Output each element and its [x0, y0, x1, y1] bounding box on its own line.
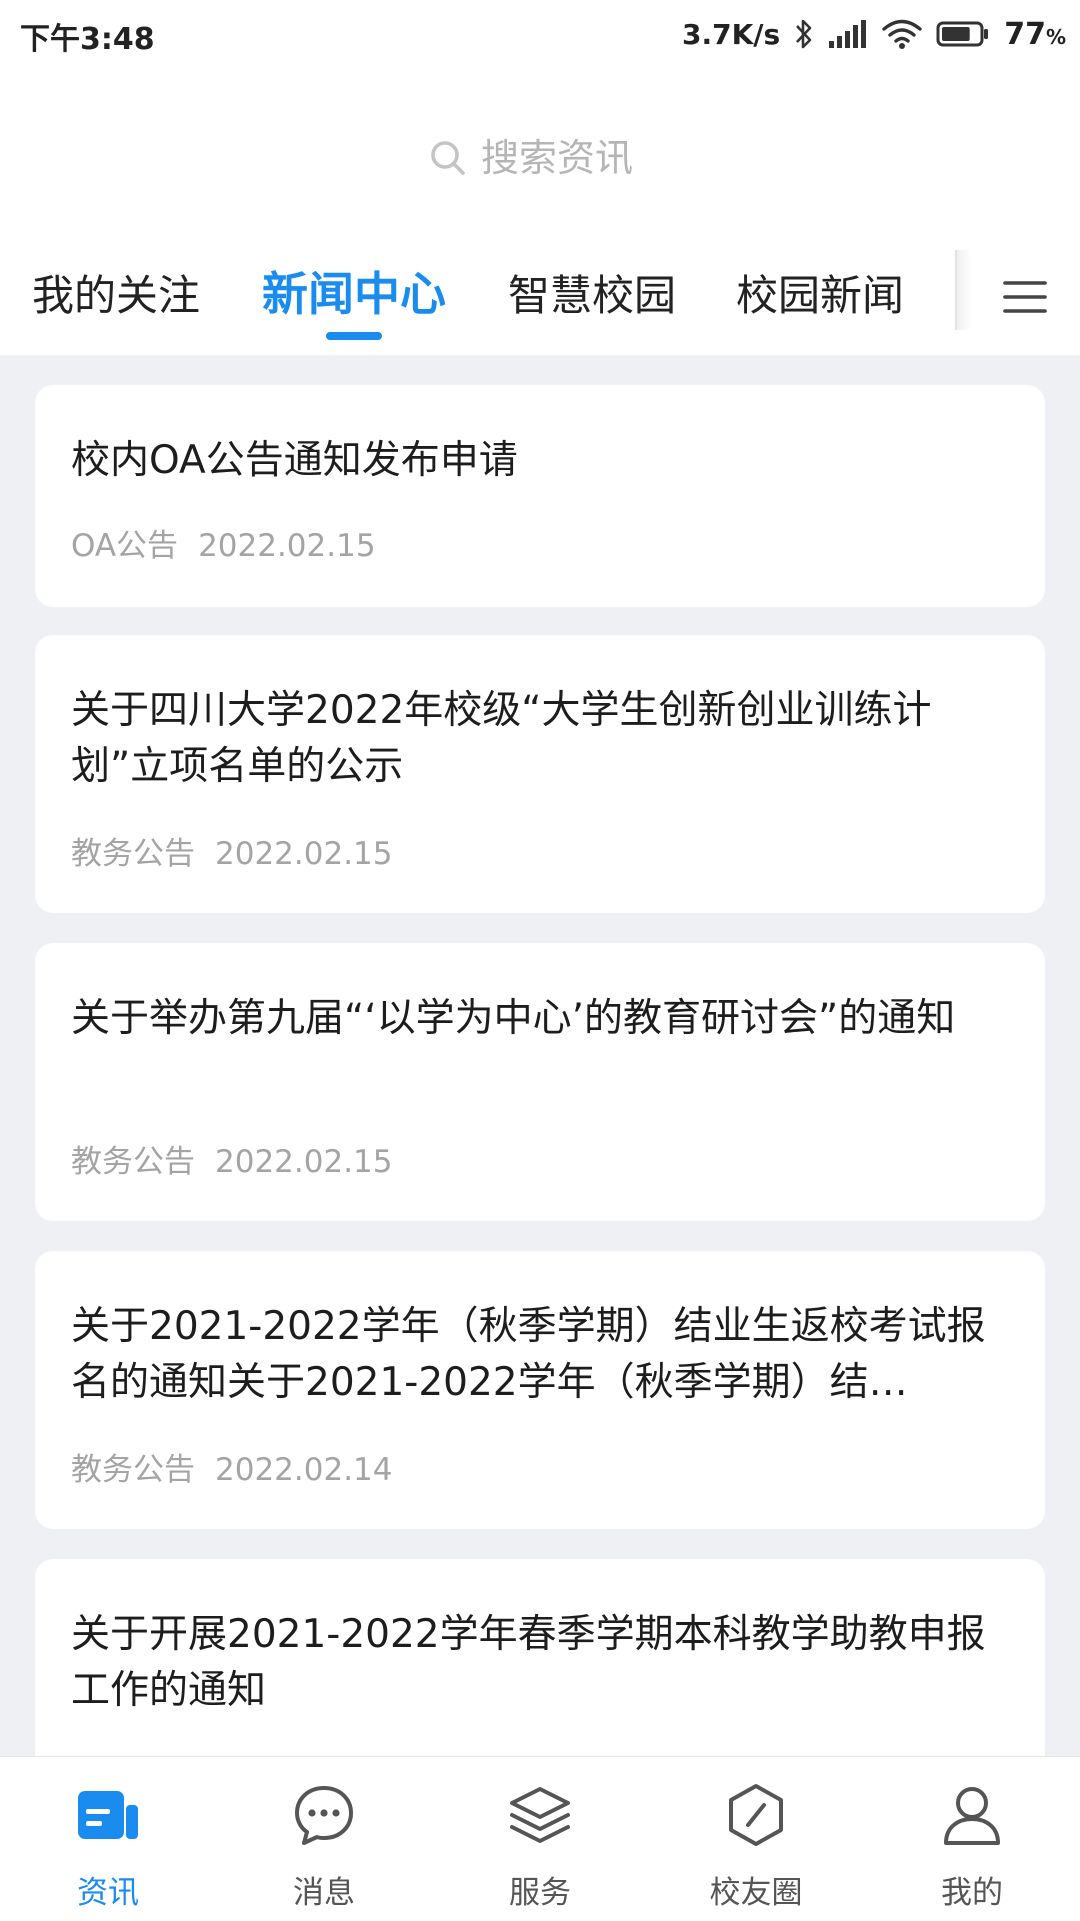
news-meta: OA公告 2022.02.15 [71, 520, 376, 565]
nav-label: 资讯 [77, 1875, 139, 1911]
news-title: 关于举办第九届“‘以学为中心’的教育研讨会”的通知 [71, 996, 956, 1041]
news-meta: 教务公告 2022.02.15 [71, 1136, 393, 1181]
nav-label: 消息 [293, 1875, 355, 1911]
profile-icon [944, 1787, 1000, 1845]
menu-icon [1003, 281, 1047, 313]
tab-campus-news[interactable]: 校园新闻 [736, 262, 904, 323]
search-bar[interactable] [0, 128, 1080, 188]
layers-icon [510, 1787, 570, 1843]
status-indicators: 3.7K/s 77% [682, 14, 1066, 54]
nav-item-services[interactable]: 服务 [432, 1757, 648, 1921]
news-date: 2022.02.14 [215, 1452, 393, 1488]
news-card[interactable]: 关于四川大学2022年校级“大学生创新创业训练计划”立项名单的公示 教务公告 20… [35, 635, 1045, 913]
tab-smart-campus[interactable]: 智慧校园 [508, 262, 676, 323]
news-title: 关于开展2021-2022学年春季学期本科教学助教申报工作的通知 [71, 1612, 986, 1713]
news-title: 关于2021-2022学年（秋季学期）结业生返校考试报名的通知关于2021-20… [71, 1304, 986, 1405]
alumni-icon [729, 1784, 783, 1846]
news-card[interactable]: 关于2021-2022学年（秋季学期）结业生返校考试报名的通知关于2021-20… [35, 1251, 1045, 1529]
news-card[interactable]: 校内OA公告通知发布申请 OA公告 2022.02.15 [35, 385, 1045, 607]
wifi-icon [882, 19, 922, 49]
nav-item-alumni[interactable]: 校友圈 [648, 1757, 864, 1921]
nav-item-news[interactable]: 资讯 [0, 1757, 216, 1921]
battery-percentage: 77% [1004, 16, 1066, 52]
news-date: 2022.02.15 [198, 528, 376, 564]
bottom-nav: 资讯 消息 服务 校友圈 我的 [0, 1756, 1080, 1921]
status-bar: 下午3:48 3.7K/s 77% [0, 0, 1080, 70]
nav-label: 我的 [941, 1875, 1003, 1911]
news-date: 2022.02.15 [215, 836, 393, 872]
battery-icon [936, 21, 989, 47]
bluetooth-icon [796, 19, 812, 49]
news-category: 教务公告 [71, 836, 195, 872]
news-title: 关于四川大学2022年校级“大学生创新创业训练计划”立项名单的公示 [71, 688, 932, 789]
news-category: OA公告 [71, 528, 179, 564]
tab-news-center[interactable]: 新闻中心 [262, 258, 446, 324]
message-icon [295, 1786, 353, 1845]
news-category: 教务公告 [71, 1144, 195, 1180]
news-icon [78, 1791, 138, 1839]
news-title: 校内OA公告通知发布申请 [71, 438, 518, 483]
category-tabs: 我的关注 新闻中心 智慧校园 校园新闻 [0, 250, 1080, 355]
nav-item-profile[interactable]: 我的 [864, 1757, 1080, 1921]
news-meta: 教务公告 2022.02.14 [71, 1444, 393, 1489]
nav-label: 校友圈 [709, 1875, 803, 1911]
tab-overflow-edge [955, 250, 971, 330]
tab-menu-button[interactable] [996, 268, 1054, 326]
signal-icon [829, 20, 867, 48]
header: 我的关注 新闻中心 智慧校园 校园新闻 [0, 70, 1080, 355]
tab-my-follow[interactable]: 我的关注 [32, 262, 200, 323]
status-time: 下午3:48 [20, 22, 155, 57]
news-date: 2022.02.15 [215, 1144, 393, 1180]
network-speed: 3.7K/s [682, 17, 781, 51]
nav-item-messages[interactable]: 消息 [216, 1757, 432, 1921]
nav-label: 服务 [509, 1875, 571, 1911]
news-meta: 教务公告 2022.02.15 [71, 828, 393, 873]
news-category: 教务公告 [71, 1452, 195, 1488]
search-icon [431, 141, 465, 175]
active-tab-indicator [326, 332, 382, 340]
search-input[interactable] [481, 136, 651, 180]
news-card[interactable]: 关于举办第九届“‘以学为中心’的教育研讨会”的通知 教务公告 2022.02.15 [35, 943, 1045, 1221]
